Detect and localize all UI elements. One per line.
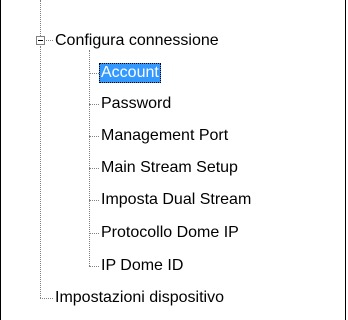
tree-connector-h xyxy=(40,298,53,299)
tree-connector-h xyxy=(89,266,99,267)
tree-node-protocollo-dome-ip[interactable]: Protocollo Dome IP xyxy=(99,223,241,243)
tree-view[interactable]: Configura connessione Account Password M… xyxy=(0,0,346,320)
collapse-toggle-icon[interactable] xyxy=(36,36,45,45)
tree-node-main-stream-setup[interactable]: Main Stream Setup xyxy=(99,158,240,178)
tree-node-account[interactable]: Account xyxy=(99,63,161,83)
tree-connector-root-lower xyxy=(40,46,41,298)
tree-connector-h xyxy=(89,168,99,169)
tree-connector-h xyxy=(89,136,99,137)
tree-connector-h xyxy=(89,233,99,234)
tree-connector-h xyxy=(89,200,99,201)
tree-node-management-port[interactable]: Management Port xyxy=(99,126,230,146)
tree-node-impostazioni-dispositivo[interactable]: Impostazioni dispositivo xyxy=(53,288,226,308)
tree-connector-h xyxy=(89,73,99,74)
tree-connector-root xyxy=(40,0,41,36)
tree-node-ip-dome-id[interactable]: IP Dome ID xyxy=(99,256,185,276)
tree-connector-h xyxy=(46,40,53,41)
tree-node-imposta-dual-stream[interactable]: Imposta Dual Stream xyxy=(99,190,253,210)
tree-connector-h xyxy=(89,104,99,105)
tree-node-password[interactable]: Password xyxy=(99,94,173,114)
tree-node-configura-connessione[interactable]: Configura connessione xyxy=(53,31,221,51)
